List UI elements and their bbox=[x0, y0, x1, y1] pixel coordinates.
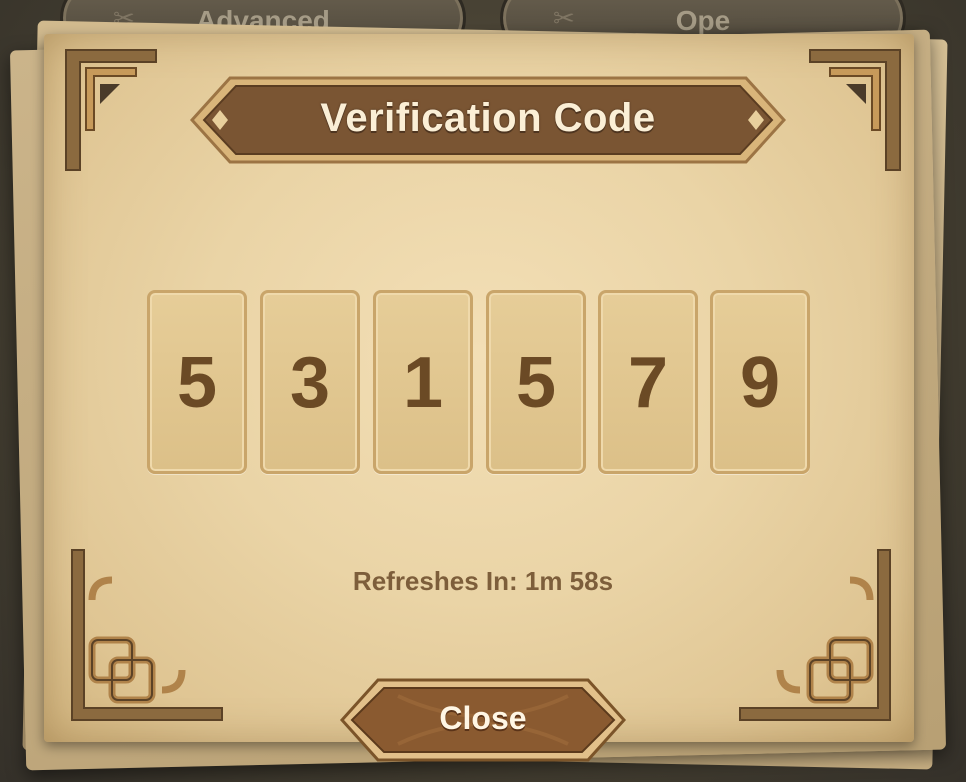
code-digit-box: 5 bbox=[486, 290, 586, 474]
corner-ornament-icon bbox=[65, 49, 157, 171]
refresh-countdown: Refreshes In: 1m 58s bbox=[352, 566, 614, 596]
code-digit-box: 7 bbox=[598, 290, 698, 474]
code-digit: 9 bbox=[739, 343, 781, 423]
dialog-title: Verification Code bbox=[320, 96, 656, 140]
title-banner: Verification Code bbox=[190, 74, 786, 166]
verification-code: 5 3 1 5 7 9 bbox=[147, 290, 817, 478]
close-button[interactable]: Close bbox=[338, 676, 628, 764]
code-digit-box: 5 bbox=[147, 290, 247, 474]
corner-ornament-icon bbox=[809, 49, 901, 171]
game-screen: ✂ Advanced ✂ Ope Verification Code 5 3 1… bbox=[0, 0, 966, 782]
code-digit: 5 bbox=[515, 343, 557, 423]
code-digit-box: 1 bbox=[373, 290, 473, 474]
code-digit-box: 3 bbox=[260, 290, 360, 474]
code-digit: 3 bbox=[289, 343, 331, 423]
code-digit: 7 bbox=[627, 343, 669, 423]
close-button-label: Close bbox=[439, 700, 527, 736]
code-digit: 5 bbox=[176, 343, 218, 423]
code-digit: 1 bbox=[402, 343, 444, 423]
code-digit-box: 9 bbox=[710, 290, 810, 474]
